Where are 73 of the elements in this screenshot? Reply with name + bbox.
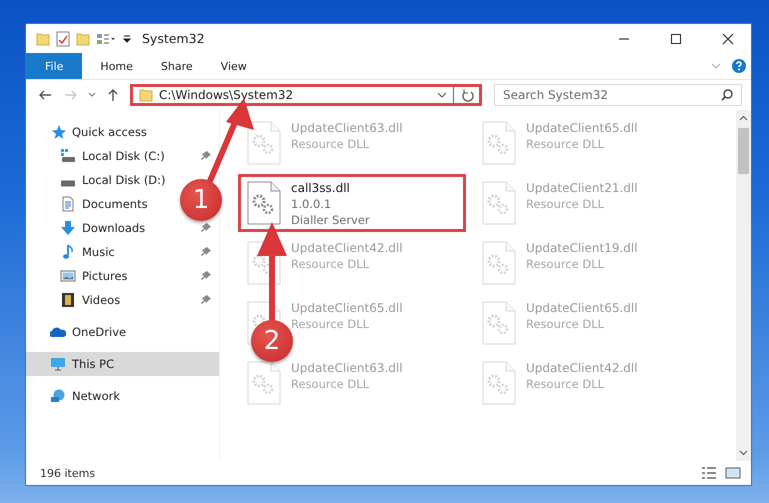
nav-item[interactable]: This PC	[50, 356, 114, 372]
file-gears-icon	[247, 181, 281, 225]
file-gears-icon	[482, 301, 516, 345]
file-menu-button[interactable]: File	[26, 53, 82, 79]
nav-item[interactable]: Network	[50, 388, 120, 404]
chevron-down-icon	[88, 91, 96, 99]
nav-item[interactable]: Pictures	[60, 268, 128, 284]
customize-toolbar-icon[interactable]	[122, 34, 132, 44]
item-count: 196 items	[40, 466, 96, 480]
refresh-icon[interactable]	[460, 88, 476, 102]
document-icon	[60, 196, 76, 212]
pin-icon[interactable]	[201, 223, 211, 233]
file-gears-icon	[482, 361, 516, 405]
file-detail: Resource DLL	[291, 317, 370, 331]
large-icons-view-icon[interactable]	[725, 466, 741, 480]
picture-icon	[60, 268, 76, 284]
properties-icon[interactable]	[56, 30, 70, 46]
view-options-icon[interactable]	[96, 32, 116, 46]
file-gears-icon	[482, 241, 516, 285]
address-path: C:\Windows\System32	[159, 88, 294, 102]
pin-icon[interactable]	[201, 151, 211, 161]
file-detail: Resource DLL	[526, 197, 606, 211]
file-detail: Resource DLL	[291, 377, 370, 391]
drive-icon	[60, 148, 76, 164]
maximize-icon	[670, 32, 682, 44]
window-title: System32	[142, 31, 206, 46]
file-detail: Resource DLL	[291, 137, 370, 151]
file-detail: Resource DLL	[291, 257, 370, 271]
star-icon	[50, 124, 66, 140]
close-icon	[722, 32, 734, 44]
nav-item[interactable]: Videos	[60, 292, 120, 308]
ribbon-tab[interactable]: Share	[146, 53, 207, 79]
file-detail: Resource DLL	[526, 257, 606, 271]
film-icon	[60, 292, 76, 308]
file-detail: Resource DLL	[526, 377, 606, 391]
file-gears-icon	[247, 121, 281, 165]
network-icon	[50, 388, 66, 404]
file-detail: Resource DLL	[526, 317, 606, 331]
search-icon	[721, 89, 733, 101]
minimize-icon	[618, 38, 630, 40]
music-note-icon	[60, 244, 76, 260]
file-gears-icon	[482, 181, 516, 225]
nav-item[interactable]: Downloads	[60, 220, 146, 236]
file-detail: 1.0.0.1	[291, 197, 332, 211]
file-detail: Dialler Server	[291, 213, 370, 227]
down-arrow-icon	[60, 220, 76, 236]
monitor-icon	[50, 356, 66, 372]
up-arrow-icon	[106, 88, 120, 102]
nav-item[interactable]: Local Disk (C:)	[60, 148, 165, 164]
file-name[interactable]: call3ss.dll	[291, 181, 370, 195]
scrollbar[interactable]	[736, 110, 751, 461]
scrollbar-thumb[interactable]	[738, 128, 749, 174]
file-detail: Resource DLL	[526, 137, 606, 151]
address-bar[interactable]: C:\Windows\System32	[130, 84, 482, 106]
pin-icon[interactable]	[201, 247, 211, 257]
pin-icon[interactable]	[201, 271, 211, 281]
nav-item[interactable]: Local Disk (D:)	[60, 173, 166, 187]
search-field[interactable]: Search System32	[494, 84, 742, 106]
ribbon-tab[interactable]: Home	[86, 53, 147, 79]
nav-item[interactable]: Quick access	[50, 124, 147, 140]
drive-icon	[60, 180, 76, 186]
ribbon-tab[interactable]: View	[206, 53, 261, 79]
details-view-icon[interactable]	[701, 466, 717, 480]
folder-icon	[139, 88, 153, 102]
right-arrow-icon	[64, 88, 78, 102]
pin-icon[interactable]	[201, 295, 211, 305]
nav-item[interactable]: OneDrive	[50, 324, 126, 340]
nav-item[interactable]: Music	[60, 244, 115, 260]
file-gears-icon	[482, 121, 516, 165]
left-arrow-icon	[38, 88, 52, 102]
file-gears-icon	[247, 361, 281, 405]
chevron-down-icon[interactable]	[437, 90, 447, 100]
nav-item[interactable]: Documents	[60, 196, 148, 212]
